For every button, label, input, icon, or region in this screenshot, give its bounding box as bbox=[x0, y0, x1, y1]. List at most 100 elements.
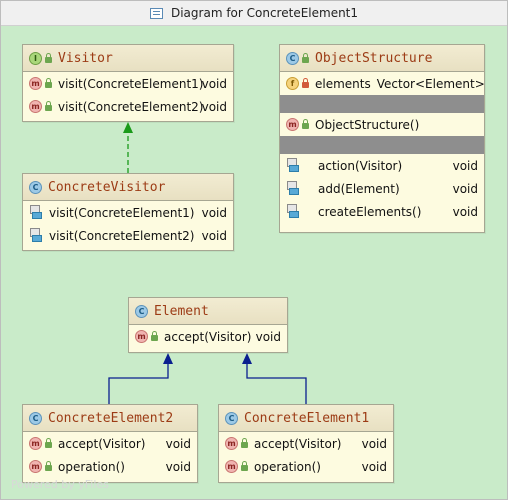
element-node[interactable]: C Element m accept(Visitor) void bbox=[128, 297, 288, 353]
method-label: visit(ConcreteElement1) bbox=[49, 205, 195, 220]
extends-arrowhead-element2 bbox=[163, 353, 173, 364]
public-lock-icon bbox=[302, 119, 309, 129]
class-icon: C bbox=[29, 411, 42, 425]
method-label: accept(Visitor) bbox=[254, 436, 342, 451]
method-type: void bbox=[361, 436, 387, 451]
implementing-method-icon bbox=[286, 204, 300, 219]
public-lock-icon bbox=[45, 78, 52, 88]
method-label: createElements() bbox=[318, 204, 422, 219]
extends-arrowhead-element1 bbox=[242, 353, 252, 364]
object-structure-header: C ObjectStructure bbox=[280, 45, 484, 72]
method-row[interactable]: createElements() void bbox=[280, 200, 484, 223]
private-lock-icon bbox=[302, 78, 309, 88]
concrete-element1-name: ConcreteElement1 bbox=[244, 410, 370, 426]
public-lock-icon bbox=[302, 52, 309, 63]
method-label: visit(ConcreteElement2) bbox=[49, 228, 195, 243]
concrete-visitor-node[interactable]: C ConcreteVisitor visit(ConcreteElement1… bbox=[22, 173, 234, 251]
method-row[interactable]: m accept(Visitor) void bbox=[219, 432, 393, 455]
public-lock-icon bbox=[241, 438, 248, 448]
public-lock-icon bbox=[241, 461, 248, 471]
extends-edge-element2 bbox=[108, 364, 169, 404]
method-type: void bbox=[452, 204, 478, 219]
method-type: void bbox=[165, 459, 191, 474]
extends-edge-element1 bbox=[246, 364, 307, 404]
diagram-canvas[interactable]: I Visitor m visit(ConcreteElement1) void… bbox=[1, 26, 507, 499]
method-type: void bbox=[452, 181, 478, 196]
public-lock-icon bbox=[45, 101, 52, 111]
object-structure-name: ObjectStructure bbox=[315, 50, 433, 66]
method-type: void bbox=[165, 436, 191, 451]
section-divider bbox=[280, 136, 484, 154]
class-icon: C bbox=[286, 51, 299, 65]
class-icon: C bbox=[29, 180, 42, 194]
method-row[interactable]: m visit(ConcreteElement2) void bbox=[23, 95, 233, 118]
method-row[interactable]: add(Element) void bbox=[280, 177, 484, 200]
method-icon: m bbox=[29, 460, 42, 473]
method-icon: m bbox=[225, 460, 238, 473]
method-label: accept(Visitor) bbox=[58, 436, 146, 451]
method-label: action(Visitor) bbox=[318, 158, 403, 173]
public-lock-icon bbox=[151, 331, 158, 341]
diagram-icon bbox=[149, 7, 163, 19]
method-row[interactable]: action(Visitor) void bbox=[280, 154, 484, 177]
method-icon: m bbox=[135, 330, 148, 343]
field-icon: f bbox=[286, 77, 299, 90]
public-lock-icon bbox=[45, 52, 52, 63]
constructor-row[interactable]: m ObjectStructure() bbox=[280, 113, 484, 136]
watermark: Powered by yFiles bbox=[11, 478, 109, 491]
method-label: operation() bbox=[58, 459, 125, 474]
class-icon: C bbox=[225, 411, 238, 425]
window-titlebar: Diagram for ConcreteElement1 bbox=[1, 1, 507, 26]
concrete-element1-node[interactable]: C ConcreteElement1 m accept(Visitor) voi… bbox=[218, 404, 394, 483]
concrete-visitor-name: ConcreteVisitor bbox=[48, 179, 166, 195]
method-icon: m bbox=[286, 118, 299, 131]
concrete-element2-header: C ConcreteElement2 bbox=[23, 405, 197, 432]
diagram-window: Diagram for ConcreteElement1 I Visitor m bbox=[0, 0, 508, 500]
field-label: elements bbox=[315, 76, 371, 91]
interface-icon: I bbox=[29, 51, 42, 65]
method-label: operation() bbox=[254, 459, 321, 474]
field-row[interactable]: f elements Vector<Element> bbox=[280, 72, 485, 95]
implementing-method-icon bbox=[29, 228, 43, 243]
method-row[interactable]: m accept(Visitor) void bbox=[129, 325, 287, 348]
method-type: void bbox=[255, 329, 281, 344]
method-label: visit(ConcreteElement1) bbox=[58, 76, 204, 91]
method-row[interactable]: m accept(Visitor) void bbox=[23, 432, 197, 455]
visitor-name: Visitor bbox=[58, 50, 113, 66]
method-row[interactable]: m operation() void bbox=[219, 455, 393, 478]
method-icon: m bbox=[29, 77, 42, 90]
method-row[interactable]: visit(ConcreteElement1) void bbox=[23, 201, 233, 224]
method-label: visit(ConcreteElement2) bbox=[58, 99, 204, 114]
method-icon: m bbox=[29, 437, 42, 450]
method-type: void bbox=[201, 99, 227, 114]
method-type: void bbox=[452, 158, 478, 173]
concrete-element2-node[interactable]: C ConcreteElement2 m accept(Visitor) voi… bbox=[22, 404, 198, 483]
method-row[interactable]: visit(ConcreteElement2) void bbox=[23, 224, 233, 247]
implementing-method-icon bbox=[286, 158, 300, 173]
method-type: void bbox=[201, 205, 227, 220]
method-label: accept(Visitor) bbox=[164, 329, 252, 344]
method-type: void bbox=[201, 228, 227, 243]
visitor-node[interactable]: I Visitor m visit(ConcreteElement1) void… bbox=[22, 44, 234, 122]
method-icon: m bbox=[29, 100, 42, 113]
method-icon: m bbox=[225, 437, 238, 450]
window-title: Diagram for ConcreteElement1 bbox=[170, 6, 359, 20]
element-name: Element bbox=[154, 303, 209, 319]
method-row[interactable]: m operation() void bbox=[23, 455, 197, 478]
implementing-method-icon bbox=[286, 181, 300, 196]
class-icon: C bbox=[135, 304, 148, 318]
constructor-label: ObjectStructure() bbox=[315, 117, 420, 132]
public-lock-icon bbox=[45, 438, 52, 448]
concrete-visitor-header: C ConcreteVisitor bbox=[23, 174, 233, 201]
implements-arrowhead bbox=[123, 122, 133, 133]
method-row[interactable]: m visit(ConcreteElement1) void bbox=[23, 72, 233, 95]
method-type: void bbox=[201, 76, 227, 91]
method-label: add(Element) bbox=[318, 181, 400, 196]
method-type: void bbox=[361, 459, 387, 474]
visitor-header: I Visitor bbox=[23, 45, 233, 72]
element-header: C Element bbox=[129, 298, 287, 325]
concrete-element2-name: ConcreteElement2 bbox=[48, 410, 174, 426]
field-type: Vector<Element> bbox=[376, 76, 485, 91]
object-structure-node[interactable]: C ObjectStructure f elements Vector<Elem… bbox=[279, 44, 485, 233]
public-lock-icon bbox=[45, 461, 52, 471]
